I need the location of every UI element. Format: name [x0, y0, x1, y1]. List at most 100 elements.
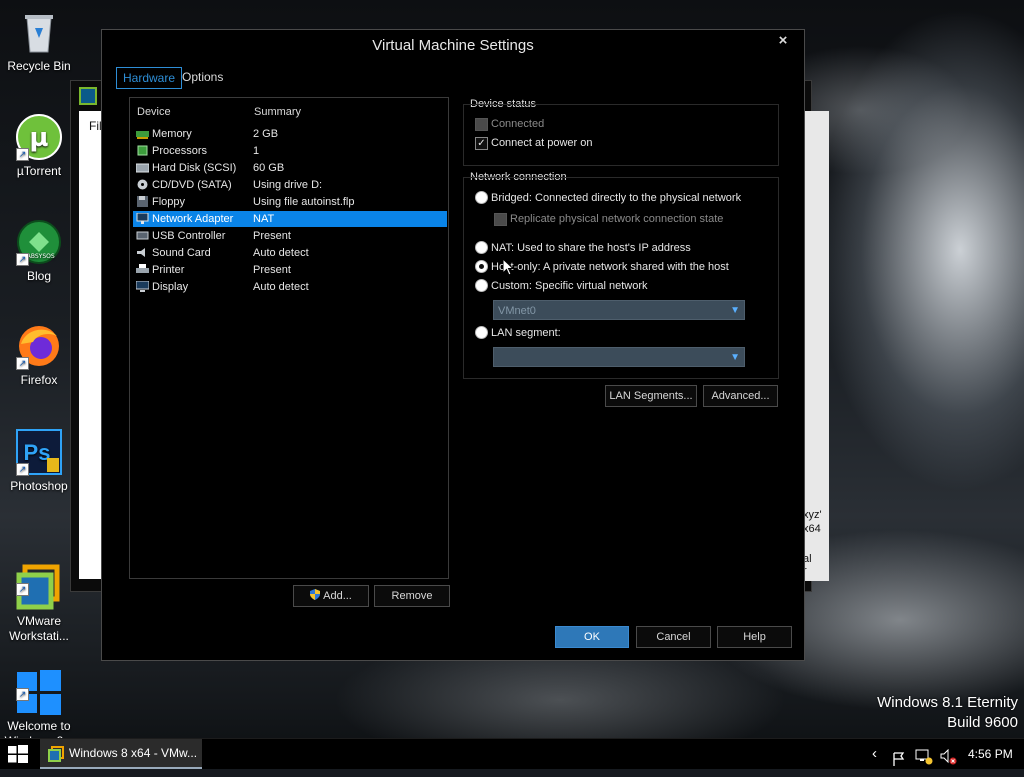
device-summary: 60 GB: [253, 162, 285, 174]
show-hidden-icons-chevron-icon[interactable]: ‹: [872, 739, 877, 769]
device-summary: Using drive D:: [253, 179, 323, 191]
printer-icon: [136, 264, 149, 275]
device-list[interactable]: Device Summary Memory 2 GB Processors 1 …: [129, 97, 449, 579]
lan-segment-select[interactable]: ▼: [493, 347, 745, 367]
background-text: x64: [803, 523, 821, 535]
desktop-icon-utorrent[interactable]: µ ↗ µTorrent: [2, 113, 76, 179]
device-name: Sound Card: [152, 247, 211, 259]
device-name: Floppy: [152, 196, 186, 208]
device-name: USB Controller: [152, 230, 226, 242]
device-row-cd-dvd[interactable]: CD/DVD (SATA) Using drive D:: [133, 177, 447, 193]
shortcut-arrow-icon: ↗: [16, 148, 29, 161]
advanced-button[interactable]: Advanced...: [703, 385, 778, 407]
photoshop-icon: Ps ↗: [15, 428, 63, 476]
dialog-title: Virtual Machine Settings: [372, 37, 534, 54]
windows-watermark: Windows 8.1 Eternity Build 9600: [877, 693, 1018, 733]
device-name: Processors: [152, 145, 208, 157]
radio-button: [475, 191, 488, 204]
radio-button: [475, 326, 488, 339]
tab-options[interactable]: Options: [176, 67, 229, 87]
desktop-icon-label: Firefox: [20, 373, 58, 387]
background-text: xyz': [803, 509, 822, 521]
start-button[interactable]: [8, 745, 28, 763]
device-summary: Auto detect: [253, 281, 309, 293]
network-status-icon[interactable]: [915, 746, 933, 765]
vmware-icon: [48, 746, 64, 762]
desktop-icon-firefox[interactable]: ↗ Firefox: [2, 322, 76, 388]
check-mark-icon: ✓: [475, 137, 488, 150]
vmware-icon: ↗: [15, 548, 63, 610]
utorrent-icon: µ ↗: [15, 113, 63, 161]
windows-logo-icon: ↗: [15, 653, 63, 715]
action-center-flag-icon[interactable]: [893, 747, 905, 766]
volume-muted-icon[interactable]: [940, 746, 958, 765]
taskbar-item-label: Windows 8 x64 - VMw...: [69, 746, 198, 760]
custom-network-select[interactable]: VMnet0 ▼: [493, 300, 745, 320]
sound-card-icon: [136, 247, 149, 258]
device-name: Hard Disk (SCSI): [152, 162, 237, 174]
nat-label: NAT: Used to share the host's IP address: [491, 242, 691, 254]
cancel-button[interactable]: Cancel: [636, 626, 711, 648]
device-row-sound-card[interactable]: Sound Card Auto detect: [133, 245, 447, 261]
column-header-summary[interactable]: Summary: [254, 106, 301, 118]
desktop-icon-welcome[interactable]: ↗ Welcome to Windows 8...: [2, 638, 76, 749]
device-name: Display: [152, 281, 189, 293]
photoshop-icon-text: Ps: [24, 440, 51, 465]
shortcut-arrow-icon: ↗: [16, 463, 29, 476]
firefox-icon: ↗: [15, 322, 63, 370]
tab-hardware[interactable]: Hardware: [116, 67, 183, 89]
device-row-hard-disk[interactable]: Hard Disk (SCSI) 60 GB: [133, 160, 447, 176]
help-button[interactable]: Help: [717, 626, 792, 648]
watermark-line: Build 9600: [947, 714, 1018, 731]
desktop-icon-recycle-bin[interactable]: Recycle Bin: [2, 8, 76, 74]
shortcut-arrow-icon: ↗: [16, 253, 29, 266]
taskbar-item-vmware[interactable]: Windows 8 x64 - VMw...: [40, 739, 202, 769]
taskbar: Windows 8 x64 - VMw... ‹ 4:56 PM: [0, 738, 1024, 769]
lan-segments-button[interactable]: LAN Segments...: [605, 385, 697, 407]
desktop-icon-photoshop[interactable]: Ps ↗ Photoshop: [2, 428, 76, 494]
device-summary: 1: [253, 145, 260, 157]
chevron-down-icon: ▼: [730, 352, 740, 363]
desktop-icon-label: Photoshop: [10, 479, 68, 493]
usb-icon: [136, 230, 149, 241]
memory-icon: [136, 128, 149, 139]
custom-label: Custom: Specific virtual network: [491, 280, 648, 292]
desktop-icon-vmware[interactable]: ↗ VMware Workstati...: [2, 533, 76, 644]
desktop-icon-label: µTorrent: [16, 164, 62, 178]
device-summary: Using file autoinst.flp: [253, 196, 355, 208]
processor-icon: [136, 145, 149, 156]
desktop-icon-label: Blog: [26, 269, 52, 283]
radio-button: [475, 279, 488, 292]
device-row-display[interactable]: Display Auto detect: [133, 279, 447, 295]
device-row-network-adapter[interactable]: Network Adapter NAT: [133, 211, 447, 227]
device-row-processors[interactable]: Processors 1: [133, 143, 447, 159]
chevron-down-icon: ▼: [730, 305, 740, 316]
device-row-usb-controller[interactable]: USB Controller Present: [133, 228, 447, 244]
device-row-floppy[interactable]: Floppy Using file autoinst.flp: [133, 194, 447, 210]
bridged-label: Bridged: Connected directly to the physi…: [491, 192, 742, 204]
mouse-cursor-icon: [502, 257, 515, 280]
background-menu-fragment: Fil: [89, 119, 102, 133]
custom-network-value: VMnet0: [498, 305, 536, 317]
replicate-label: Replicate physical network connection st…: [510, 213, 724, 225]
svg-text:µ: µ: [29, 123, 48, 153]
radio-button: [475, 241, 488, 254]
desktop-icon-blog[interactable]: LABSYSOS ↗ Blog: [2, 218, 76, 284]
connected-label: Connected: [491, 118, 545, 130]
add-device-button[interactable]: Add...: [293, 585, 369, 607]
ok-button[interactable]: OK: [555, 626, 629, 648]
device-name: Printer: [152, 264, 185, 276]
recycle-bin-icon: [15, 8, 63, 56]
close-button[interactable]: ×: [774, 32, 792, 50]
device-name: Network Adapter: [152, 213, 234, 225]
column-header-device[interactable]: Device: [137, 106, 171, 118]
device-name: Memory: [152, 128, 192, 140]
device-row-memory[interactable]: Memory 2 GB: [133, 126, 447, 142]
clock[interactable]: 4:56 PM: [968, 739, 1013, 769]
shortcut-arrow-icon: ↗: [16, 688, 29, 701]
checkbox-box: [475, 118, 488, 131]
desktop-icon-label: Recycle Bin: [7, 59, 71, 73]
virtual-machine-settings-dialog: Virtual Machine Settings × Hardware Opti…: [101, 29, 805, 661]
device-row-printer[interactable]: Printer Present: [133, 262, 447, 278]
remove-device-button[interactable]: Remove: [374, 585, 450, 607]
